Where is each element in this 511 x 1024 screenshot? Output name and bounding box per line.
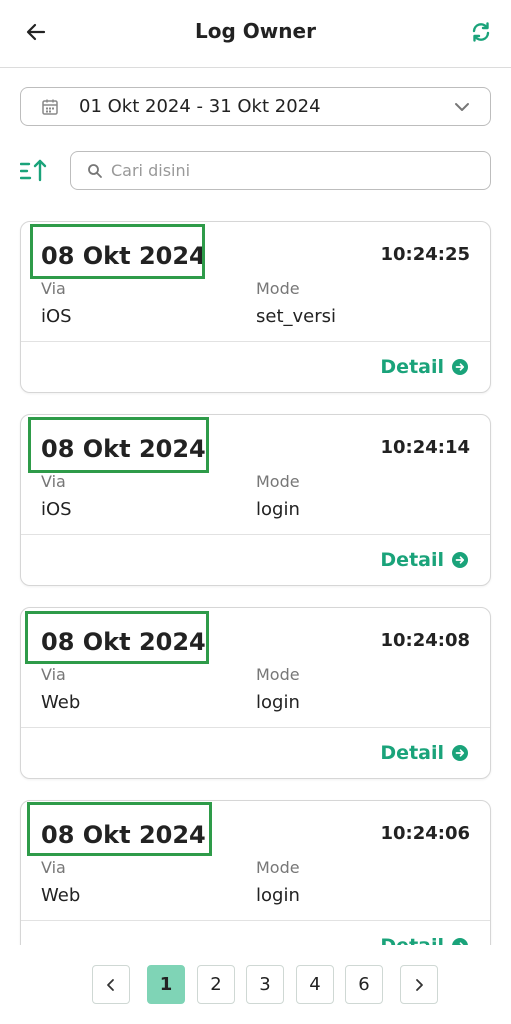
date-highlight-box xyxy=(30,224,205,279)
app-header: Log Owner xyxy=(0,0,511,68)
next-page-button[interactable] xyxy=(400,965,438,1004)
card-divider xyxy=(21,920,490,921)
page-button-4[interactable]: 4 xyxy=(296,965,334,1004)
detail-button[interactable]: Detail xyxy=(380,935,468,945)
refresh-button[interactable] xyxy=(465,16,497,48)
arrow-right-circle-icon xyxy=(452,938,468,945)
via-value: iOS xyxy=(41,499,72,520)
mode-label: Mode xyxy=(256,279,300,298)
detail-label: Detail xyxy=(380,356,444,378)
mode-label: Mode xyxy=(256,665,300,684)
card-divider xyxy=(21,534,490,535)
page-button-1[interactable]: 1 xyxy=(147,965,185,1004)
chevron-left-icon xyxy=(107,978,114,991)
search-input[interactable] xyxy=(111,161,471,180)
detail-button[interactable]: Detail xyxy=(380,742,468,764)
sort-ascending-icon xyxy=(19,159,47,182)
prev-page-button[interactable] xyxy=(92,965,130,1004)
via-label: Via xyxy=(41,858,66,877)
via-label: Via xyxy=(41,279,66,298)
search-icon xyxy=(87,163,103,179)
date-highlight-box xyxy=(25,611,209,664)
mode-label: Mode xyxy=(256,472,300,491)
mode-value: set_versi xyxy=(256,306,337,327)
search-box xyxy=(70,151,491,190)
mode-value: login xyxy=(256,885,300,906)
mode-value: login xyxy=(256,499,300,520)
pagination: 12346 xyxy=(0,965,511,1005)
page-button-2[interactable]: 2 xyxy=(197,965,235,1004)
page-button-3[interactable]: 3 xyxy=(246,965,284,1004)
calendar-icon xyxy=(41,98,59,116)
log-time: 10:24:25 xyxy=(380,244,470,265)
log-list: 08 Okt 2024 10:24:25 Via Mode iOS set_versi De… xyxy=(0,205,511,945)
refresh-icon xyxy=(472,22,490,42)
page-title: Log Owner xyxy=(195,19,316,43)
via-label: Via xyxy=(41,472,66,491)
detail-button[interactable]: Detail xyxy=(380,549,468,571)
log-time: 10:24:06 xyxy=(380,823,470,844)
via-value: iOS xyxy=(41,306,72,327)
chevron-right-icon xyxy=(416,978,423,991)
date-highlight-box xyxy=(28,417,209,473)
chevron-down-icon xyxy=(452,97,472,117)
via-value: Web xyxy=(41,885,81,906)
via-value: Web xyxy=(41,692,81,713)
date-highlight-box xyxy=(27,802,212,856)
mode-label: Mode xyxy=(256,858,300,877)
mode-value: login xyxy=(256,692,300,713)
detail-button[interactable]: Detail xyxy=(380,356,468,378)
arrow-right-circle-icon xyxy=(452,552,468,568)
detail-label: Detail xyxy=(380,742,444,764)
arrow-right-circle-icon xyxy=(452,359,468,375)
via-label: Via xyxy=(41,665,66,684)
date-range-value: 01 Okt 2024 - 31 Okt 2024 xyxy=(79,96,321,117)
page-button-6[interactable]: 6 xyxy=(345,965,383,1004)
detail-label: Detail xyxy=(380,549,444,571)
log-time: 10:24:14 xyxy=(380,437,470,458)
log-time: 10:24:08 xyxy=(380,630,470,651)
card-divider xyxy=(21,341,490,342)
arrow-right-circle-icon xyxy=(452,745,468,761)
date-range-select[interactable]: 01 Okt 2024 - 31 Okt 2024 xyxy=(20,87,491,126)
sort-button[interactable] xyxy=(19,158,50,186)
card-divider xyxy=(21,727,490,728)
detail-label: Detail xyxy=(380,935,444,945)
